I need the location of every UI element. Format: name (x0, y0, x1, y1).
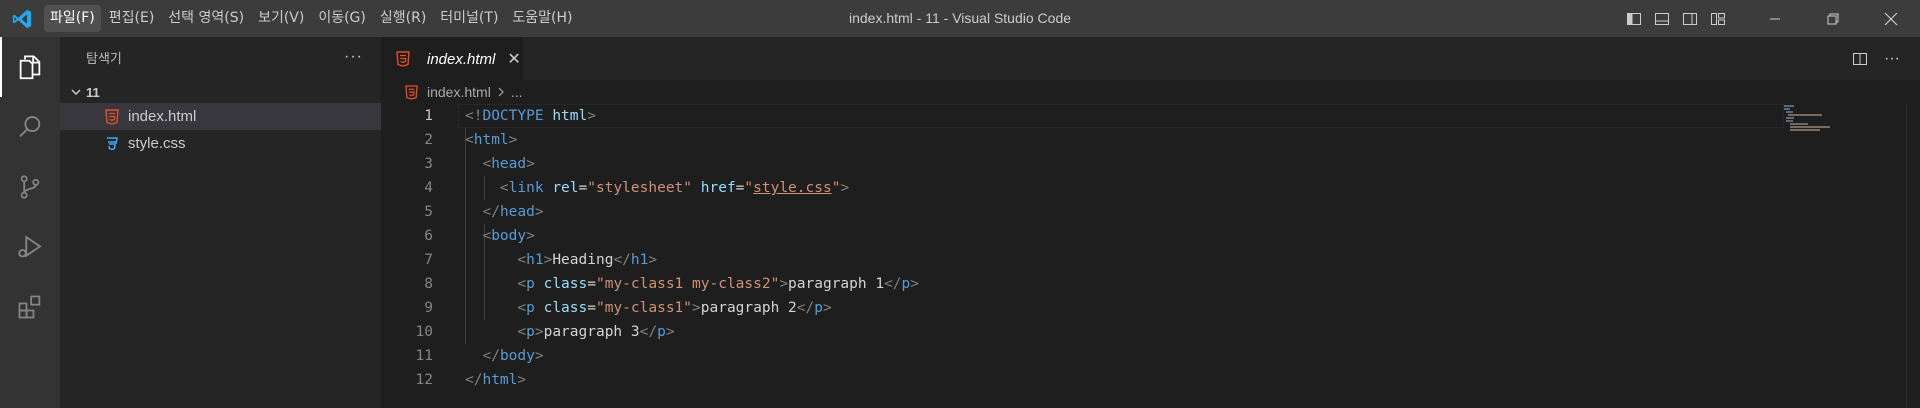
toggle-primary-sidebar-icon[interactable] (1620, 0, 1648, 37)
html5-icon (403, 84, 419, 100)
activity-bar (0, 37, 60, 408)
customize-layout-icon[interactable] (1704, 0, 1732, 37)
code-line-2: 2 <html> (381, 128, 1920, 152)
tab-label: index.html (427, 50, 496, 68)
line-number: 3 (424, 156, 433, 172)
code-text: <!DOCTYPE html> (465, 108, 596, 124)
line-number: 12 (415, 372, 433, 388)
search-icon[interactable] (0, 97, 60, 157)
code-editor[interactable]: 1 <!DOCTYPE html> 2 <html> 3 <head> 4 <l… (381, 104, 1920, 408)
breadcrumb-file[interactable]: index.html (427, 84, 491, 100)
line-number: 7 (424, 252, 433, 268)
minimize-icon[interactable] (1746, 0, 1804, 37)
menu-bar: 파일(F) 편집(E) 선택 영역(S) 보기(V) 이동(G) 실행(R) 터… (44, 0, 581, 37)
code-line-10: 10 <p>paragraph 3</p> (381, 320, 1920, 344)
code-line-3: 3 <head> (381, 152, 1920, 176)
menu-terminal[interactable]: 터미널(T) (434, 5, 504, 32)
breadcrumb: index.html ... (381, 80, 1920, 104)
code-text: <p>paragraph 3</p> (517, 324, 675, 340)
minimap[interactable] (1784, 104, 1844, 134)
sidebar-title: 탐색기 (86, 51, 122, 67)
file-item-index-html[interactable]: index.html (60, 103, 381, 130)
more-dots: ··· (1884, 49, 1900, 67)
explorer-files-icon[interactable] (0, 37, 60, 97)
breadcrumb-rest[interactable]: ... (511, 84, 523, 100)
current-line-highlight (458, 104, 1784, 128)
vscode-logo-icon (0, 0, 44, 37)
folder-row[interactable]: 11 (60, 81, 381, 103)
code-line-12: 12 </html> (381, 368, 1920, 392)
code-text: <p class="my-class1">paragraph 2</p> (517, 300, 832, 316)
menu-file[interactable]: 파일(F) (44, 5, 101, 32)
code-line-5: 5 </head> (381, 200, 1920, 224)
code-line-7: 7 <h1>Heading</h1> (381, 248, 1920, 272)
line-number: 10 (415, 324, 433, 340)
file-name: style.css (128, 135, 186, 152)
code-line-1: 1 <!DOCTYPE html> (381, 104, 1920, 128)
extensions-icon[interactable] (0, 277, 60, 337)
toggle-secondary-sidebar-icon[interactable] (1676, 0, 1704, 37)
code-text: <h1>Heading</h1> (517, 252, 658, 268)
code-line-9: 9 <p class="my-class1">paragraph 2</p> (381, 296, 1920, 320)
title-controls (1620, 0, 1920, 37)
code-text: <html> (465, 132, 518, 148)
file-name: index.html (128, 108, 197, 125)
menu-go[interactable]: 이동(G) (312, 5, 372, 32)
code-line-11: 11 </body> (381, 344, 1920, 368)
folder-name: 11 (86, 84, 100, 100)
code-line-4: 4 <link rel="stylesheet" href="style.css… (381, 176, 1920, 200)
line-number: 8 (424, 276, 433, 292)
editor-actions: ··· (1844, 37, 1920, 80)
restore-icon[interactable] (1804, 0, 1862, 37)
code-line-6: 6 <body> (381, 224, 1920, 248)
line-number: 2 (424, 132, 433, 148)
line-number: 6 (424, 228, 433, 244)
line-number: 4 (424, 180, 433, 196)
more-actions-icon[interactable]: ··· (344, 48, 363, 66)
tab-close-icon[interactable]: ✕ (507, 49, 520, 69)
code-text: </html> (465, 372, 527, 388)
sidebar-header: 탐색기 ··· (60, 37, 381, 77)
close-window-icon[interactable] (1862, 0, 1920, 37)
line-number: 1 (424, 108, 433, 124)
chevron-right-icon (497, 84, 505, 100)
code-text: </body> (482, 348, 544, 364)
source-control-icon[interactable] (0, 157, 60, 217)
tab-index-html[interactable]: index.html ✕ (381, 37, 523, 80)
menu-run[interactable]: 실행(R) (374, 5, 432, 32)
html5-icon (395, 51, 411, 67)
html5-icon (104, 108, 120, 125)
menu-edit[interactable]: 편집(E) (103, 5, 161, 32)
menu-view[interactable]: 보기(V) (252, 5, 310, 32)
toggle-panel-icon[interactable] (1648, 0, 1676, 37)
css3-icon (104, 136, 120, 152)
code-text: <head> (482, 156, 535, 172)
file-item-style-css[interactable]: style.css (60, 130, 381, 157)
tab-bar: index.html ✕ ··· (381, 37, 1920, 80)
more-actions-icon[interactable]: ··· (1876, 43, 1908, 75)
code-text: <link rel="stylesheet" href="style.css"> (499, 180, 850, 196)
chevron-down-icon (66, 86, 86, 98)
title-bar: 파일(F) 편집(E) 선택 영역(S) 보기(V) 이동(G) 실행(R) 터… (0, 0, 1920, 37)
line-number: 9 (424, 300, 433, 316)
vertical-scrollbar[interactable] (1906, 104, 1920, 408)
line-number: 5 (424, 204, 433, 220)
split-editor-icon[interactable] (1844, 43, 1876, 75)
editor-area: index.html ✕ ··· index.html ... 1 <!DOCT… (381, 37, 1920, 408)
code-text: <p class="my-class1 my-class2">paragraph… (517, 276, 920, 292)
explorer-sidebar: 탐색기 ··· 11 index.html style.css (60, 37, 381, 408)
menu-selection[interactable]: 선택 영역(S) (162, 5, 250, 32)
line-number: 11 (415, 348, 433, 364)
code-text: </head> (482, 204, 544, 220)
code-line-8: 8 <p class="my-class1 my-class2">paragra… (381, 272, 1920, 296)
menu-help[interactable]: 도움말(H) (506, 5, 578, 32)
run-debug-icon[interactable] (0, 217, 60, 277)
code-text: <body> (482, 228, 535, 244)
